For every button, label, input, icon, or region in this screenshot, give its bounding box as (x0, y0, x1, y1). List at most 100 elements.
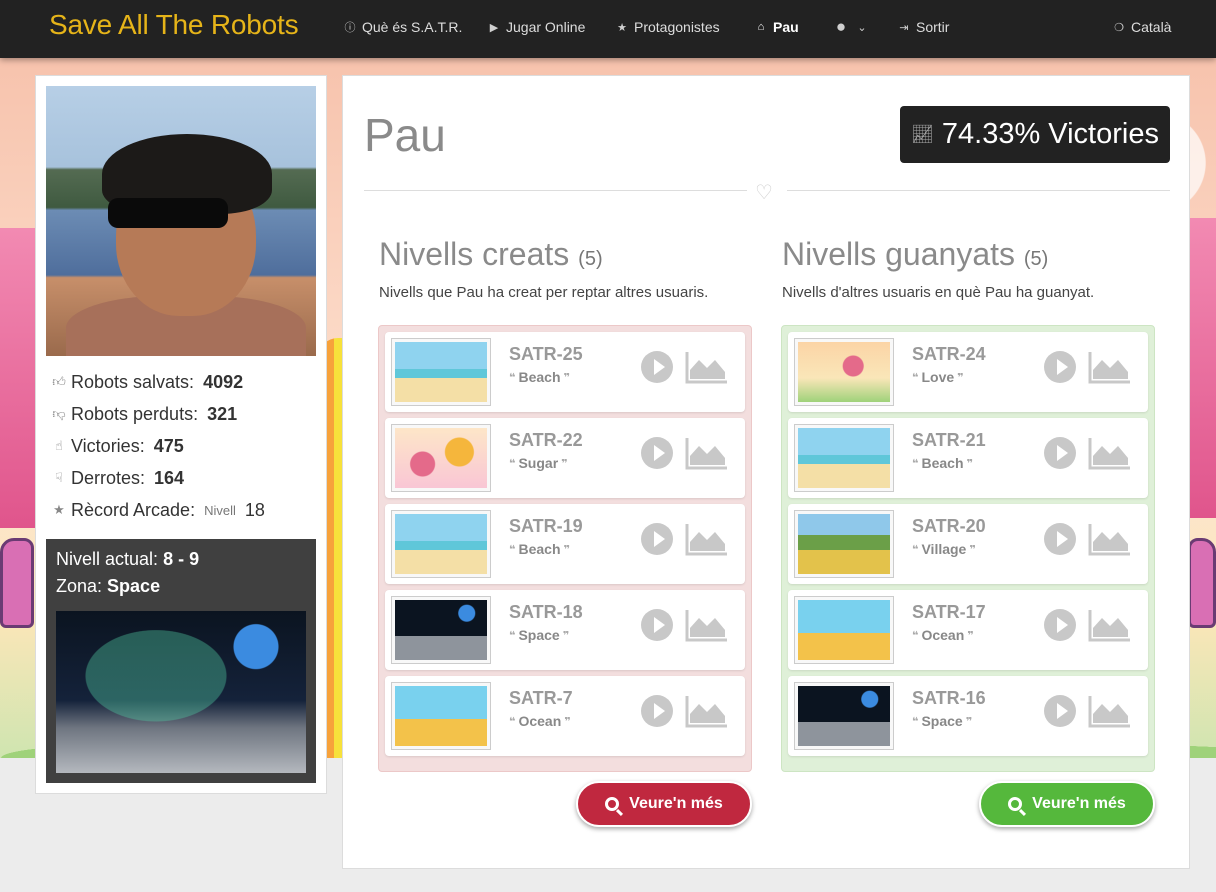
area-chart-icon[interactable] (685, 608, 729, 642)
play-circle-icon[interactable] (641, 609, 673, 641)
area-chart-icon[interactable] (1088, 350, 1132, 384)
stat-value: 18 (244, 499, 265, 520)
level-thumbnail[interactable] (794, 338, 894, 406)
chevron-down-icon: ⌄ (857, 21, 867, 34)
level-name[interactable]: SATR-22 (509, 430, 583, 451)
level-name[interactable]: SATR-24 (912, 344, 986, 365)
stat-victories: ☝︎ Victories: 475 (52, 435, 184, 457)
area-chart-icon[interactable] (685, 694, 729, 728)
level-thumbnail[interactable] (794, 682, 894, 750)
created-levels-list: SATR-25 ❝ Beach ❞ SATR-22 ❝ Sugar ❞ SATR… (378, 325, 752, 772)
current-level-label: Nivell actual: (56, 549, 159, 569)
level-name[interactable]: SATR-18 (509, 602, 583, 623)
level-thumbnail[interactable] (391, 596, 491, 664)
level-card[interactable]: SATR-24 ❝ Love ❞ (788, 332, 1148, 412)
level-card[interactable]: SATR-25 ❝ Beach ❞ (385, 332, 745, 412)
current-zone-label: Zona: (56, 576, 103, 596)
created-levels-count: (5) (578, 248, 603, 270)
star-icon: ★ (53, 502, 65, 517)
level-name[interactable]: SATR-19 (509, 516, 583, 537)
page-title: Pau (364, 109, 446, 161)
nav-item-que-es[interactable]: ⓘ Què és S.A.T.R. (344, 17, 463, 37)
level-zone-text: Love (921, 369, 955, 385)
level-name[interactable]: SATR-16 (912, 688, 986, 709)
nav-item-jugar-online[interactable]: ▶ Jugar Online (488, 17, 586, 37)
nav-item-pau[interactable]: ⌂ Pau (755, 17, 799, 37)
thumbs-down-icon: 👎︎ (52, 406, 66, 421)
current-zone-box: Nivell actual: 8 - 9 Zona: Space (46, 539, 316, 783)
ocean-thumbnail-image (798, 600, 890, 660)
level-thumbnail[interactable] (794, 596, 894, 664)
level-name[interactable]: SATR-21 (912, 430, 986, 451)
area-chart-icon[interactable] (685, 436, 729, 470)
level-card[interactable]: SATR-22 ❝ Sugar ❞ (385, 418, 745, 498)
created-levels-description: Nivells que Pau ha creat per reptar altr… (379, 284, 709, 301)
stat-value: 164 (154, 467, 185, 488)
ocean-thumbnail-image (395, 686, 487, 746)
play-circle-icon[interactable] (641, 351, 673, 383)
area-chart-icon[interactable] (1088, 436, 1132, 470)
level-thumbnail[interactable] (794, 510, 894, 578)
current-level-value: 8 - 9 (163, 549, 200, 569)
level-zone-text: Beach (518, 369, 561, 385)
area-chart-icon[interactable] (685, 522, 729, 556)
level-thumbnail[interactable] (391, 338, 491, 406)
play-circle-icon[interactable] (1044, 351, 1076, 383)
level-zone: ❝ Ocean ❞ (912, 627, 974, 643)
play-circle-icon[interactable] (641, 695, 673, 727)
stat-small-label: Nivell (204, 502, 236, 518)
level-zone: ❝ Beach ❞ (509, 541, 570, 557)
created-levels-title: Nivells creats (5) (379, 236, 603, 273)
play-circle-icon[interactable] (641, 437, 673, 469)
love-thumbnail-image (798, 342, 890, 402)
level-card[interactable]: SATR-17 ❝ Ocean ❞ (788, 590, 1148, 670)
play-circle-icon[interactable] (1044, 523, 1076, 555)
zone-space-image (56, 611, 306, 773)
thumbs-down-outline-icon: ☟ (55, 470, 63, 485)
level-card[interactable]: SATR-21 ❝ Beach ❞ (788, 418, 1148, 498)
area-chart-icon[interactable] (1088, 694, 1132, 728)
level-thumbnail[interactable] (391, 510, 491, 578)
see-more-created-button[interactable]: Veure'n més (576, 781, 752, 827)
level-name[interactable]: SATR-17 (912, 602, 986, 623)
level-card[interactable]: SATR-19 ❝ Beach ❞ (385, 504, 745, 584)
quote-left-icon: ❝ (509, 457, 516, 470)
quote-right-icon: ❞ (957, 371, 964, 384)
area-chart-icon[interactable] (685, 350, 729, 384)
level-thumbnail[interactable] (794, 424, 894, 492)
see-more-won-button[interactable]: Veure'n més (979, 781, 1155, 827)
won-levels-description: Nivells d'altres usuaris en què Pau ha g… (782, 284, 1095, 301)
quote-left-icon: ❝ (912, 457, 919, 470)
level-thumbnail[interactable] (391, 424, 491, 492)
see-more-label: Veure'n més (629, 795, 723, 812)
play-circle-icon[interactable] (1044, 695, 1076, 727)
level-name[interactable]: SATR-7 (509, 688, 573, 709)
level-card[interactable]: SATR-16 ❝ Space ❞ (788, 676, 1148, 756)
quote-left-icon: ❝ (912, 543, 919, 556)
search-icon (605, 797, 620, 811)
level-thumbnail[interactable] (391, 682, 491, 750)
level-card[interactable]: SATR-18 ❝ Space ❞ (385, 590, 745, 670)
play-circle-icon[interactable] (1044, 609, 1076, 641)
top-navbar: Save All The Robots ⓘ Què és S.A.T.R. ▶ … (0, 0, 1216, 58)
nav-item-protagonistes[interactable]: ★ Protagonistes (616, 17, 720, 37)
quote-right-icon: ❞ (561, 457, 568, 470)
level-name[interactable]: SATR-25 (509, 344, 583, 365)
nav-item-sortir[interactable]: ⇥ Sortir (898, 17, 949, 37)
star-icon: ★ (617, 21, 627, 34)
level-card[interactable]: SATR-20 ❝ Village ❞ (788, 504, 1148, 584)
level-card[interactable]: SATR-7 ❝ Ocean ❞ (385, 676, 745, 756)
main-panel: Pau 📈︎ 74.33% Victories ♡ Nivells creats… (342, 75, 1190, 869)
stat-label: Robots perduts: (71, 403, 199, 424)
nav-item-globe-dropdown[interactable]: ● ⌄ (832, 17, 868, 37)
quote-right-icon: ❞ (562, 629, 570, 642)
area-chart-icon[interactable] (1088, 522, 1132, 556)
line-chart-icon: 📈︎ (911, 124, 934, 144)
brand-logo[interactable]: Save All The Robots (49, 9, 299, 41)
level-name[interactable]: SATR-20 (912, 516, 986, 537)
area-chart-icon[interactable] (1088, 608, 1132, 642)
nav-item-language[interactable]: ❍ Català (1113, 17, 1171, 37)
play-circle-icon[interactable] (1044, 437, 1076, 469)
play-circle-icon[interactable] (641, 523, 673, 555)
level-zone: ❝ Sugar ❞ (509, 455, 568, 471)
